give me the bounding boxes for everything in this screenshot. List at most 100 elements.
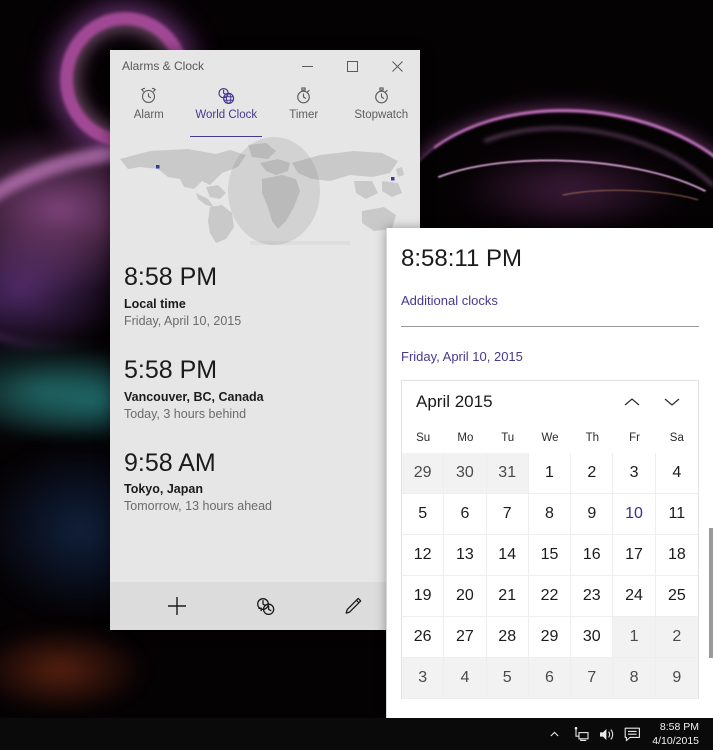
timer-icon xyxy=(294,85,313,106)
calendar-day[interactable]: 3 xyxy=(402,658,445,700)
clock-entry[interactable]: 9:58 AM Tokyo, Japan Tomorrow, 13 hours … xyxy=(124,449,420,514)
calendar-day[interactable]: 4 xyxy=(444,658,487,700)
calendar-next-month-button[interactable] xyxy=(652,384,692,420)
calendar-day[interactable]: 6 xyxy=(528,658,572,700)
pencil-icon xyxy=(345,597,362,614)
calendar-day-headers: Su Mo Tu We Th Fr Sa xyxy=(402,423,698,453)
calendar-day[interactable]: 5 xyxy=(486,658,529,700)
calendar-day[interactable]: 29 xyxy=(402,453,445,495)
action-center-button[interactable] xyxy=(620,718,644,750)
calendar-day[interactable]: 30 xyxy=(444,453,487,495)
tab-stopwatch[interactable]: Stopwatch xyxy=(343,85,421,137)
calendar-day[interactable]: 7 xyxy=(486,494,529,536)
maximize-button[interactable] xyxy=(330,50,375,82)
show-hidden-icons-button[interactable] xyxy=(542,718,566,750)
calendar-day[interactable]: 11 xyxy=(655,494,698,536)
compare-clocks-icon xyxy=(257,598,275,616)
edit-clocks-button[interactable] xyxy=(333,586,373,626)
tab-timer[interactable]: Timer xyxy=(265,85,343,137)
clock-offset: Today, 3 hours behind xyxy=(124,406,247,421)
clock-offset: Tomorrow, 13 hours ahead xyxy=(124,499,273,514)
calendar-day[interactable]: 20 xyxy=(444,576,487,618)
clock-place: Tokyo, Japan xyxy=(124,482,203,497)
clock-place: Local time xyxy=(124,296,186,311)
calendar-day[interactable]: 2 xyxy=(655,617,698,659)
calendar-day[interactable]: 23 xyxy=(571,576,614,618)
calendar-day[interactable]: 30 xyxy=(571,617,614,659)
calendar-day[interactable]: 13 xyxy=(444,535,487,577)
calendar-day[interactable]: 19 xyxy=(402,576,445,618)
tab-alarm[interactable]: Alarm xyxy=(110,85,188,137)
calendar-day[interactable]: 26 xyxy=(402,617,445,659)
calendar-day[interactable]: 27 xyxy=(444,617,487,659)
calendar-day[interactable]: 9 xyxy=(655,658,698,700)
calendar-day[interactable]: 28 xyxy=(486,617,529,659)
calendar-day[interactable]: 22 xyxy=(528,576,572,618)
taskbar-clock-date: 4/10/2015 xyxy=(652,735,699,747)
marker-tokyo xyxy=(391,177,395,181)
compare-clocks-button[interactable] xyxy=(245,586,285,626)
calendar-day[interactable]: 29 xyxy=(528,617,572,659)
calendar-day[interactable]: 4 xyxy=(655,453,698,495)
plus-icon xyxy=(168,597,186,615)
calendar-day-today[interactable]: 10 xyxy=(613,494,656,536)
network-icon xyxy=(574,726,589,741)
calendar-day-header: Sa xyxy=(669,432,684,445)
calendar-day[interactable]: 8 xyxy=(528,494,572,536)
add-clock-button[interactable] xyxy=(157,586,197,626)
calendar-day[interactable]: 24 xyxy=(613,576,656,618)
calendar-day[interactable]: 21 xyxy=(486,576,529,618)
calendar-day[interactable]: 1 xyxy=(528,453,572,495)
close-button[interactable] xyxy=(375,50,420,82)
wallpaper-filament-6 xyxy=(539,186,713,234)
speaker-icon xyxy=(599,728,613,740)
flyout-current-time: 8:58:11 PM xyxy=(401,245,522,272)
taskbar: 8:58 PM 4/10/2015 xyxy=(0,718,713,750)
calendar-day[interactable]: 8 xyxy=(613,658,656,700)
calendar-day[interactable]: 17 xyxy=(613,535,656,577)
calendar-day[interactable]: 12 xyxy=(402,535,445,577)
calendar-month-label[interactable]: April 2015 xyxy=(416,392,612,412)
additional-clocks-link[interactable]: Additional clocks xyxy=(401,293,498,308)
taskbar-clock[interactable]: 8:58 PM 4/10/2015 xyxy=(646,718,709,750)
calendar-day[interactable]: 14 xyxy=(486,535,529,577)
calendar-day[interactable]: 2 xyxy=(571,453,614,495)
calendar-day[interactable]: 5 xyxy=(402,494,445,536)
clock-time: 5:58 PM xyxy=(124,355,218,384)
tab-timer-label: Timer xyxy=(289,109,319,121)
desktop: Alarms & Clock Alarm World Clock Timer S… xyxy=(0,0,713,750)
calendar-day[interactable]: 7 xyxy=(571,658,614,700)
world-clock-globe-icon xyxy=(216,85,236,106)
calendar-day[interactable]: 6 xyxy=(444,494,487,536)
calendar-day[interactable]: 25 xyxy=(655,576,698,618)
minimize-button[interactable] xyxy=(285,50,330,82)
title-bar[interactable]: Alarms & Clock xyxy=(110,50,420,82)
clock-entry[interactable]: 5:58 PM Vancouver, BC, Canada Today, 3 h… xyxy=(124,356,420,421)
calendar-day[interactable]: 15 xyxy=(528,535,572,577)
calendar-day[interactable]: 16 xyxy=(571,535,614,577)
network-button[interactable] xyxy=(568,718,592,750)
calendar: April 2015 Su Mo Tu We Th Fr Sa 29 30 31… xyxy=(401,380,699,700)
map-city-markers xyxy=(156,165,395,181)
clock-offset: Friday, April 10, 2015 xyxy=(124,313,242,328)
calendar-day[interactable]: 1 xyxy=(613,617,656,659)
volume-button[interactable] xyxy=(594,718,618,750)
tab-world-clock[interactable]: World Clock xyxy=(188,85,266,139)
calendar-day[interactable]: 3 xyxy=(613,453,656,495)
stopwatch-icon xyxy=(372,85,391,106)
calendar-day[interactable]: 31 xyxy=(486,453,529,495)
calendar-header: April 2015 xyxy=(402,381,698,423)
calendar-day[interactable]: 9 xyxy=(571,494,614,536)
calendar-day-grid: 29 30 31 1 2 3 4 5 6 7 8 9 10 11 12 13 14 15 16 17 18 19 20 21 2… xyxy=(402,453,698,700)
chat-bubble-icon xyxy=(624,727,640,741)
clock-time: 9:58 AM xyxy=(124,448,216,477)
clock-entry[interactable]: 8:58 PM Local time Friday, April 10, 201… xyxy=(124,263,420,328)
minimize-icon xyxy=(302,65,313,67)
calendar-day-header: Fr xyxy=(629,432,640,445)
calendar-prev-month-button[interactable] xyxy=(612,384,652,420)
maximize-icon xyxy=(347,60,358,72)
flyout-scrollbar[interactable] xyxy=(709,228,713,718)
taskbar-clock-time: 8:58 PM xyxy=(659,720,699,733)
flyout-scrollbar-thumb[interactable] xyxy=(709,528,713,658)
calendar-day[interactable]: 18 xyxy=(655,535,698,577)
